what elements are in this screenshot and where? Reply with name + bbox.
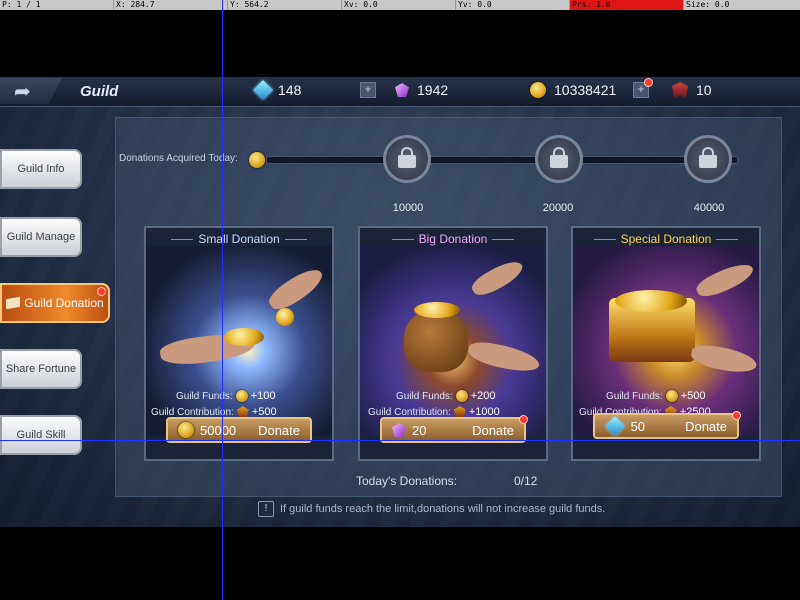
sidebar-item-label: Guild Donation <box>24 296 104 310</box>
notice-text: If guild funds reach the limit,donations… <box>280 503 606 515</box>
milestone-value: 20000 <box>542 202 574 214</box>
guild-badge-icon <box>672 82 688 98</box>
reward-value: +500 <box>680 390 706 402</box>
sidebar-item-guild-info[interactable]: Guild Info <box>0 149 82 189</box>
reward-label: Guild Funds: <box>396 390 453 402</box>
debug-x: X: 284.7 <box>114 0 228 10</box>
notification-dot <box>732 411 741 420</box>
debug-bar: P: 1 / 1 X: 284.7 Y: 564.2 Xv: 0.0 Yv: 0… <box>0 0 800 10</box>
add-gold-button[interactable]: + <box>633 78 653 98</box>
gold-counter: 10338421 <box>530 82 616 98</box>
donation-progress-bar <box>266 156 738 164</box>
guild-screen: ➦ Guild 148 + 1942 10338421 + 10 Guild I… <box>0 77 800 527</box>
guild-funds-reward: Guild Funds: +500 <box>606 390 705 402</box>
diamond-icon <box>253 80 273 100</box>
reward-label: Guild Contribution: <box>368 406 451 418</box>
page-title: Guild <box>80 83 119 100</box>
crosshair-horizontal <box>0 440 800 441</box>
gold-coin-icon <box>178 422 194 438</box>
gold-coin-icon <box>249 152 265 168</box>
gold-coin-art <box>276 308 294 326</box>
donation-cost: 50 <box>630 418 646 434</box>
special-donation-card: Special Donation Guild Funds: +500 Guild… <box>571 226 761 461</box>
todays-donations-label: Today's Donations: <box>356 474 458 488</box>
gold-coin-icon <box>235 390 248 402</box>
big-donation-card: Big Donation Guild Funds: +200 Guild Con… <box>358 226 548 461</box>
gold-coin-icon <box>530 82 546 98</box>
gold-coins-art <box>615 290 687 312</box>
gem-counter: 1942 <box>395 82 448 98</box>
todays-donations-count: 0/12 <box>514 474 538 488</box>
plus-icon: + <box>360 82 376 98</box>
donation-cost: 50000 <box>200 422 237 438</box>
reward-label: Guild Funds: <box>606 390 663 402</box>
funds-limit-notice: ! If guild funds reach the limit,donatio… <box>258 501 605 517</box>
purple-gem-icon <box>395 83 409 97</box>
lock-icon <box>398 147 416 168</box>
sidebar-item-share-fortune[interactable]: Share Fortune <box>0 349 82 389</box>
card-title: Small Donation <box>146 232 332 246</box>
donate-label: Donate <box>685 418 727 434</box>
gold-bag-art <box>404 310 468 372</box>
notification-dot <box>519 415 528 424</box>
add-diamond-button[interactable]: + <box>360 82 376 98</box>
gold-amount: 10338421 <box>554 82 617 98</box>
donate-label: Donate <box>472 422 514 438</box>
crosshair-vertical <box>222 0 223 600</box>
gem-amount: 1942 <box>417 82 449 98</box>
back-arrow-icon: ➦ <box>14 80 31 103</box>
debug-y: Y: 564.2 <box>228 0 342 10</box>
diamond-icon <box>605 416 625 436</box>
milestone-chest-2[interactable] <box>535 135 583 183</box>
donations-acquired-label: Donations Acquired Today: <box>119 153 238 164</box>
info-icon: ! <box>258 501 274 517</box>
milestone-value: 40000 <box>693 202 725 214</box>
plus-icon: + <box>633 78 653 98</box>
card-title: Special Donation <box>573 232 759 246</box>
badge-amount: 10 <box>696 82 712 98</box>
diamond-amount: 148 <box>278 82 302 98</box>
sidebar-item-guild-skill[interactable]: Guild Skill <box>0 415 82 455</box>
milestone-chest-3[interactable] <box>684 135 732 183</box>
back-button[interactable]: ➦ <box>0 78 62 104</box>
sidebar-item-guild-manage[interactable]: Guild Manage <box>0 217 82 257</box>
donation-cost: 20 <box>412 422 427 438</box>
sidebar-item-label: Guild Manage <box>6 231 76 243</box>
milestone-chest-1[interactable] <box>383 135 431 183</box>
sidebar-item-label: Guild Info <box>17 163 65 175</box>
debug-yv: Yv: 0.0 <box>456 0 570 10</box>
reward-value: +100 <box>250 390 276 402</box>
diamond-counter: 148 <box>253 80 302 100</box>
donate-label: Donate <box>258 422 300 438</box>
sidebar-item-label: Share Fortune <box>5 363 77 375</box>
gold-coin-icon <box>455 390 468 402</box>
lock-icon <box>699 147 717 168</box>
gold-coins-art <box>414 302 460 318</box>
card-title: Big Donation <box>360 232 546 246</box>
book-icon <box>6 296 21 310</box>
milestone-value: 10000 <box>392 202 424 214</box>
guild-funds-reward: Guild Funds: +100 <box>176 390 275 402</box>
reward-label: Guild Funds: <box>176 390 233 402</box>
gold-ingot-art <box>224 328 264 346</box>
badge-counter: 10 <box>672 82 712 98</box>
debug-pointer: P: 1 / 1 <box>0 0 114 10</box>
guild-funds-reward: Guild Funds: +200 <box>396 390 495 402</box>
reward-value: +200 <box>470 390 496 402</box>
sidebar-item-guild-donation[interactable]: Guild Donation <box>0 283 110 323</box>
debug-xv: Xv: 0.0 <box>342 0 456 10</box>
purple-gem-icon <box>392 423 406 437</box>
top-bar: ➦ Guild 148 + 1942 10338421 + 10 <box>0 77 800 107</box>
gold-coin-icon <box>665 390 678 402</box>
small-donation-card: Small Donation Guild Funds: +100 Guild C… <box>144 226 334 461</box>
notification-dot <box>644 78 653 87</box>
lock-icon <box>550 147 568 168</box>
notification-dot <box>97 287 106 296</box>
debug-size: Size: 0.0 <box>686 0 730 9</box>
special-donate-button[interactable]: 50 Donate <box>593 411 741 439</box>
debug-pressure: Prs: 1.0 <box>570 0 684 10</box>
